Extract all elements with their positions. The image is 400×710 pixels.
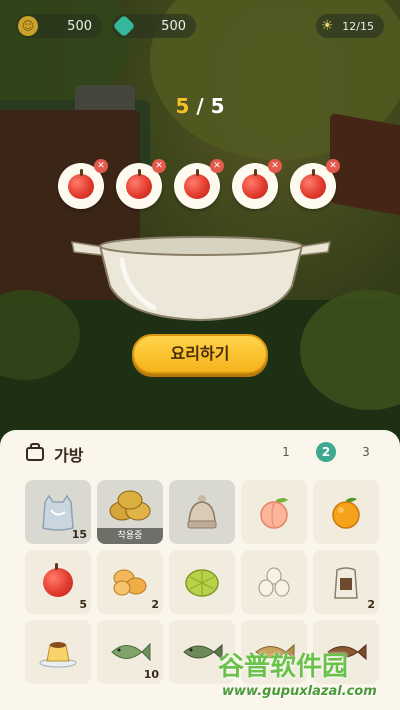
bag-item-eggs[interactable] xyxy=(241,550,307,614)
ingredient-slots: ✕ ✕ ✕ ✕ ✕ xyxy=(58,159,348,209)
plastic-bag-icon xyxy=(42,494,74,531)
progress-total: 5 xyxy=(210,94,225,118)
ingredient-slot[interactable]: ✕ xyxy=(232,159,282,209)
bag-item-apple[interactable]: 5 xyxy=(25,550,91,614)
gem-value: 500 xyxy=(161,18,186,34)
energy-counter[interactable]: ☀ 12/15 xyxy=(316,14,384,38)
page-3-tab[interactable]: 3 xyxy=(356,442,376,462)
bag-item-flour-sack[interactable]: 2 xyxy=(313,550,379,614)
bag-item-knit-hat[interactable] xyxy=(169,480,235,544)
ingredient-slot[interactable]: ✕ xyxy=(174,159,224,209)
eggs-icon xyxy=(258,567,290,597)
item-count: 2 xyxy=(151,598,159,611)
potato-icon xyxy=(109,490,151,521)
watermark: 谷普软件园 www.gupuxlazal.com xyxy=(218,646,400,710)
top-status-bar: ☺ 500 500 ☀ 12/15 xyxy=(0,14,400,40)
apple-icon xyxy=(184,168,210,199)
bag-icon xyxy=(26,443,44,461)
bread-rolls-icon xyxy=(113,569,147,596)
coin-icon: ☺ xyxy=(18,16,38,36)
progress-separator: / xyxy=(189,94,211,118)
bag-item-melon-bread[interactable] xyxy=(169,550,235,614)
equipped-label: 착용중 xyxy=(97,528,163,544)
game-scene-background xyxy=(0,0,400,440)
bag-item-peach[interactable] xyxy=(241,480,307,544)
watermark-title: 谷普软件园 xyxy=(218,652,349,682)
apple-icon xyxy=(126,168,152,199)
apple-icon xyxy=(300,168,326,199)
ingredient-progress: 5 / 5 xyxy=(0,94,400,118)
cooking-pot xyxy=(71,236,331,322)
remove-icon[interactable]: ✕ xyxy=(210,159,224,173)
energy-value: 12/15 xyxy=(342,19,374,33)
remove-icon[interactable]: ✕ xyxy=(94,159,108,173)
item-count: 10 xyxy=(143,668,159,681)
ingredient-slot[interactable]: ✕ xyxy=(290,159,340,209)
cook-button[interactable]: 요리하기 xyxy=(132,334,268,374)
bag-header: 가방 1 2 3 xyxy=(0,430,400,474)
bag-title: 가방 xyxy=(54,446,84,465)
fish-icon xyxy=(111,642,151,662)
ingredient-slot[interactable]: ✕ xyxy=(58,159,108,209)
coin-counter[interactable]: ☺ 500 xyxy=(16,14,102,38)
bag-item-plastic-bag[interactable]: 15 xyxy=(25,480,91,544)
item-count: 15 xyxy=(71,528,87,541)
sun-icon: ☀ xyxy=(320,18,334,34)
apple-icon xyxy=(242,168,268,199)
flour-sack-icon xyxy=(334,567,358,599)
melon-bread-icon xyxy=(185,569,219,597)
dim-overlay xyxy=(0,0,400,440)
remove-icon[interactable]: ✕ xyxy=(326,159,340,173)
coin-value: 500 xyxy=(67,18,92,34)
item-count: 5 xyxy=(79,598,87,611)
apple-icon xyxy=(43,562,73,597)
peach-icon xyxy=(260,498,288,529)
pudding-icon xyxy=(39,642,77,668)
gem-counter[interactable]: 500 xyxy=(112,14,196,38)
orange-icon xyxy=(332,497,360,529)
item-count: 2 xyxy=(367,598,375,611)
knit-hat-icon xyxy=(187,495,217,529)
remove-icon[interactable]: ✕ xyxy=(268,159,282,173)
bag-item-pudding[interactable] xyxy=(25,620,91,684)
bag-item-potato-pile[interactable]: 착용중 xyxy=(97,480,163,544)
ingredient-slot[interactable]: ✕ xyxy=(116,159,166,209)
bag-pagination: 1 2 3 xyxy=(276,442,376,462)
watermark-url: www.gupuxlazal.com xyxy=(222,684,377,699)
page-1-tab[interactable]: 1 xyxy=(276,442,296,462)
apple-icon xyxy=(68,168,94,199)
bag-item-bread-rolls[interactable]: 2 xyxy=(97,550,163,614)
bag-item-orange[interactable] xyxy=(313,480,379,544)
gem-icon xyxy=(112,14,136,38)
progress-current: 5 xyxy=(175,94,190,118)
bag-item-fish[interactable]: 10 xyxy=(97,620,163,684)
page-2-tab[interactable]: 2 xyxy=(316,442,336,462)
remove-icon[interactable]: ✕ xyxy=(152,159,166,173)
